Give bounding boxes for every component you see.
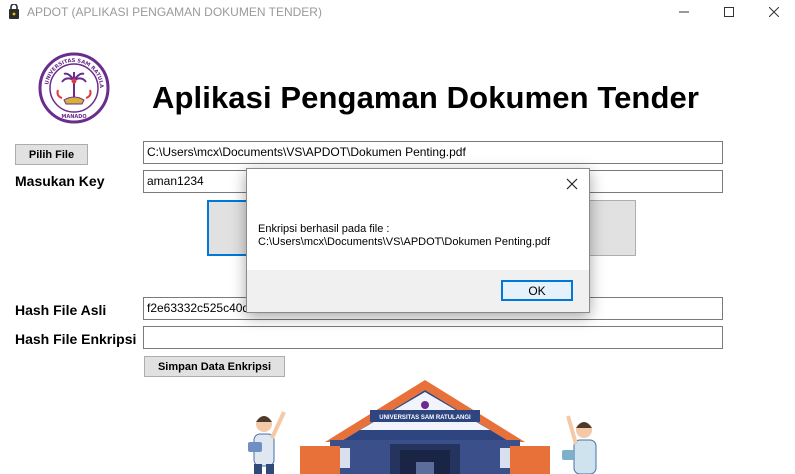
person-left-illustration xyxy=(248,411,286,474)
dialog-footer: OK xyxy=(247,270,589,312)
minimize-button[interactable] xyxy=(661,0,707,24)
maximize-icon xyxy=(724,7,734,17)
dialog-message-line2: C:\Users\mcx\Documents\VS\APDOT\Dokumen … xyxy=(258,236,551,248)
university-logo: UNIVERSITAS SAM RATULANGI MANADO xyxy=(38,52,110,124)
page-title: Aplikasi Pengaman Dokumen Tender xyxy=(152,80,699,115)
close-button[interactable] xyxy=(751,0,795,24)
building-sign-text: UNIVERSITAS SAM RATULANGI xyxy=(379,415,471,421)
ok-button[interactable]: OK xyxy=(501,280,573,301)
close-icon xyxy=(769,7,779,17)
building-illustration: UNIVERSITAS SAM RATULANGI xyxy=(300,380,550,474)
message-dialog: Enkripsi berhasil pada file : C:\Users\m… xyxy=(246,168,590,313)
maximize-button[interactable] xyxy=(706,0,752,24)
minimize-icon xyxy=(679,11,689,13)
hash-encrypted-field[interactable] xyxy=(143,326,723,349)
campus-illustration: UNIVERSITAS SAM RATULANGI xyxy=(248,380,597,474)
dialog-message: Enkripsi berhasil pada file : C:\Users\m… xyxy=(258,223,550,249)
close-icon xyxy=(566,178,578,190)
pick-file-button[interactable]: Pilih File xyxy=(15,144,88,165)
key-label: Masukan Key xyxy=(15,173,105,189)
person-right-illustration xyxy=(562,415,597,474)
save-encryption-button[interactable]: Simpan Data Enkripsi xyxy=(144,356,285,377)
logo-text-bottom: MANADO xyxy=(61,114,86,120)
app-icon xyxy=(9,4,19,19)
dialog-message-line1: Enkripsi berhasil pada file : xyxy=(258,223,390,235)
hash-original-label: Hash File Asli xyxy=(15,302,107,318)
file-path-field[interactable]: C:\Users\mcx\Documents\VS\APDOT\Dokumen … xyxy=(143,141,723,164)
dialog-close-button[interactable] xyxy=(561,173,583,195)
hash-encrypted-label: Hash File Enkripsi xyxy=(15,331,137,347)
title-bar: APDOT (APLIKASI PENGAMAN DOKUMEN TENDER) xyxy=(0,0,795,24)
window-title: APDOT (APLIKASI PENGAMAN DOKUMEN TENDER) xyxy=(27,5,322,19)
